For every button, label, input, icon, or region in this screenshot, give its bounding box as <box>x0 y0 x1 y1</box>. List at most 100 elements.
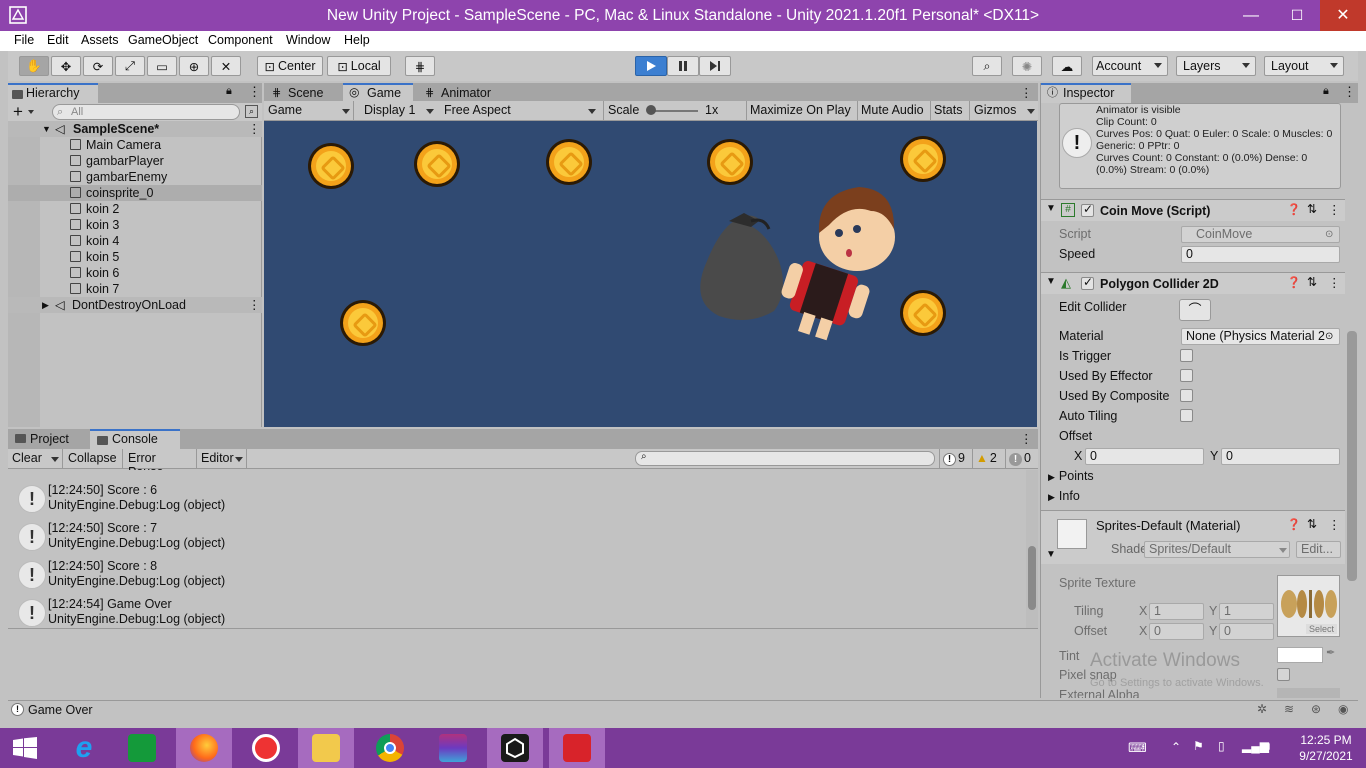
foldout-arrow-icon[interactable]: ▼ <box>1046 203 1056 214</box>
display-dropdown[interactable]: Display 1 <box>360 101 438 120</box>
custom-tool-icon[interactable]: ✕ <box>211 56 241 76</box>
scene-filter-icon[interactable]: ⌕ <box>245 105 258 118</box>
menu-component[interactable]: Component <box>208 33 273 47</box>
layers-dropdown[interactable]: Layers <box>1176 56 1256 76</box>
stack-icon[interactable]: ≋ <box>1284 702 1294 716</box>
foldout-arrow-icon[interactable]: ▼ <box>1046 276 1056 287</box>
tex-offset-x-input[interactable]: 0 <box>1149 623 1204 640</box>
shader-edit-button[interactable]: Edit... <box>1296 541 1341 558</box>
device-icon[interactable]: ▯ <box>1218 739 1225 753</box>
material-header[interactable]: ▼ Sprites-Default (Material) Shader Spri… <box>1041 510 1345 564</box>
maximize-on-play-toggle[interactable]: Maximize On Play <box>746 101 857 120</box>
help-icon[interactable]: ❓ <box>1287 203 1301 216</box>
clear-button[interactable]: Clear <box>8 449 63 468</box>
chevron-down-icon[interactable] <box>28 110 34 114</box>
material-field[interactable]: None (Physics Material 2 ⊙ <box>1181 328 1340 345</box>
points-foldout[interactable]: ▶ Points <box>1048 469 1094 483</box>
sprite-texture-thumbnail[interactable]: Select <box>1277 575 1340 637</box>
menu-edit[interactable]: Edit <box>47 33 69 47</box>
taskbar-firefox[interactable] <box>176 728 232 768</box>
collapse-toggle[interactable]: Collapse <box>64 449 123 468</box>
error-count-toggle[interactable]: ! 0 <box>1005 449 1038 468</box>
volume-icon[interactable]: 🔈︎ <box>1266 739 1273 754</box>
menu-gameobject[interactable]: GameObject <box>128 33 198 47</box>
dontdestroy-row[interactable]: ▶ ◁ DontDestroyOnLoad ⋮ <box>8 297 262 313</box>
keyboard-icon[interactable]: ⌨ <box>1128 740 1147 756</box>
move-tool-icon[interactable]: ✥ <box>51 56 81 76</box>
log-entry[interactable]: ! [12:24:50] Score : 7 UnityEngine.Debug:L… <box>8 519 1032 557</box>
hierarchy-search-input[interactable]: ⌕ All <box>52 104 240 120</box>
pivot-center-button[interactable]: ⊡ Center <box>257 56 323 76</box>
lock-icon[interactable]: 🔒︎ <box>1323 85 1329 98</box>
mute-audio-toggle[interactable]: Mute Audio <box>857 101 930 120</box>
presets-icon[interactable]: ⇅ <box>1307 517 1317 531</box>
offset-y-input[interactable]: 0 <box>1221 448 1340 465</box>
cache-icon[interactable]: ⊛ <box>1311 702 1321 716</box>
scale-slider-thumb[interactable] <box>646 105 656 115</box>
tab-game[interactable]: ◎ Game <box>343 83 413 103</box>
menu-assets[interactable]: Assets <box>81 33 119 47</box>
tint-color-swatch[interactable] <box>1277 647 1323 663</box>
kebab-menu-icon[interactable]: ⋮ <box>1328 517 1341 532</box>
grid-snap-icon[interactable]: ⋕ <box>405 56 435 76</box>
editor-dropdown[interactable]: Editor <box>197 449 247 468</box>
collab-icon[interactable]: ✺ <box>1012 56 1042 76</box>
inspector-scrollbar-thumb[interactable] <box>1347 331 1357 581</box>
play-button[interactable] <box>635 56 667 76</box>
maximize-button[interactable]: ☐ <box>1274 0 1320 31</box>
search-icon[interactable]: ⌕ <box>972 56 1002 76</box>
taskbar-explorer[interactable] <box>298 728 354 768</box>
menu-help[interactable]: Help <box>344 33 370 47</box>
hierarchy-item-selected[interactable]: coinsprite_0 <box>8 185 262 201</box>
step-button[interactable] <box>699 56 731 76</box>
hierarchy-item[interactable]: gambarEnemy <box>8 169 262 185</box>
transform-tool-icon[interactable]: ⊕ <box>179 56 209 76</box>
pause-button[interactable] <box>667 56 699 76</box>
account-dropdown[interactable]: Account <box>1092 56 1168 76</box>
close-button[interactable]: ✕ <box>1320 0 1366 31</box>
expand-arrow-icon[interactable]: ▶ <box>42 297 49 313</box>
kebab-menu-icon[interactable]: ⋮ <box>1328 202 1341 217</box>
add-icon[interactable]: + <box>13 103 23 121</box>
shader-dropdown[interactable]: Sprites/Default <box>1144 541 1290 558</box>
console-scrollbar[interactable] <box>1026 470 1038 628</box>
external-alpha-thumbnail[interactable] <box>1277 688 1340 698</box>
info-foldout[interactable]: ▶ Info <box>1048 489 1080 503</box>
auto-tiling-checkbox[interactable] <box>1180 409 1193 422</box>
enabled-checkbox[interactable]: ✓ <box>1081 275 1094 290</box>
hierarchy-item[interactable]: koin 7 <box>8 281 262 297</box>
kebab-menu-icon[interactable]: ⋮ <box>1328 275 1341 290</box>
taskbar-ie[interactable]: e <box>56 728 112 768</box>
tab-hierarchy[interactable]: Hierarchy <box>8 83 98 103</box>
expand-arrow-icon[interactable]: ▼ <box>42 121 51 137</box>
log-entry[interactable]: ! [12:24:50] Score : 6 UnityEngine.Debug:L… <box>8 481 1032 519</box>
log-entry[interactable]: ! [12:24:50] Score : 8 UnityEngine.Debug:L… <box>8 557 1032 595</box>
minimize-button[interactable]: — <box>1228 0 1274 31</box>
tab-animator[interactable]: ⋕ Animator <box>417 83 507 103</box>
help-icon[interactable]: ❓ <box>1287 276 1301 289</box>
signal-icon[interactable]: ▂▄▆ <box>1242 739 1269 753</box>
tab-scene[interactable]: ⋕ Scene <box>264 83 342 103</box>
bug-icon[interactable]: ✲ <box>1257 702 1267 716</box>
network-warning-icon[interactable]: ⚑ <box>1193 739 1204 753</box>
chevron-up-icon[interactable]: ⌃ <box>1171 740 1181 754</box>
cloud-icon[interactable]: ☁ <box>1052 56 1082 76</box>
tiling-x-input[interactable]: 1 <box>1149 603 1204 620</box>
enabled-checkbox[interactable]: ✓ <box>1081 202 1094 217</box>
game-mode-dropdown[interactable]: Game <box>264 101 354 120</box>
aspect-dropdown[interactable]: Free Aspect <box>440 101 600 120</box>
collider-component-header[interactable]: ▼ ◭ ✓ Polygon Collider 2D ❓ ⇅ ⋮ <box>1041 272 1345 294</box>
used-by-effector-checkbox[interactable] <box>1180 369 1193 382</box>
console-search-input[interactable]: ⌕ <box>635 451 935 466</box>
offset-x-input[interactable]: 0 <box>1085 448 1204 465</box>
scene-row[interactable]: ▼ ◁ SampleScene* ⋮ <box>8 121 262 137</box>
log-count-toggle[interactable]: ! 9 <box>939 449 971 468</box>
used-by-composite-checkbox[interactable] <box>1180 389 1193 402</box>
coinmove-component-header[interactable]: ▼ # ✓ Coin Move (Script) ❓ ⇅ ⋮ <box>1041 199 1345 221</box>
foldout-arrow-icon[interactable]: ▼ <box>1046 549 1056 560</box>
start-button[interactable] <box>0 728 56 768</box>
game-viewport[interactable] <box>264 121 1037 427</box>
hierarchy-item[interactable]: gambarPlayer <box>8 153 262 169</box>
hierarchy-item[interactable]: koin 6 <box>8 265 262 281</box>
rect-tool-icon[interactable]: ▭ <box>147 56 177 76</box>
